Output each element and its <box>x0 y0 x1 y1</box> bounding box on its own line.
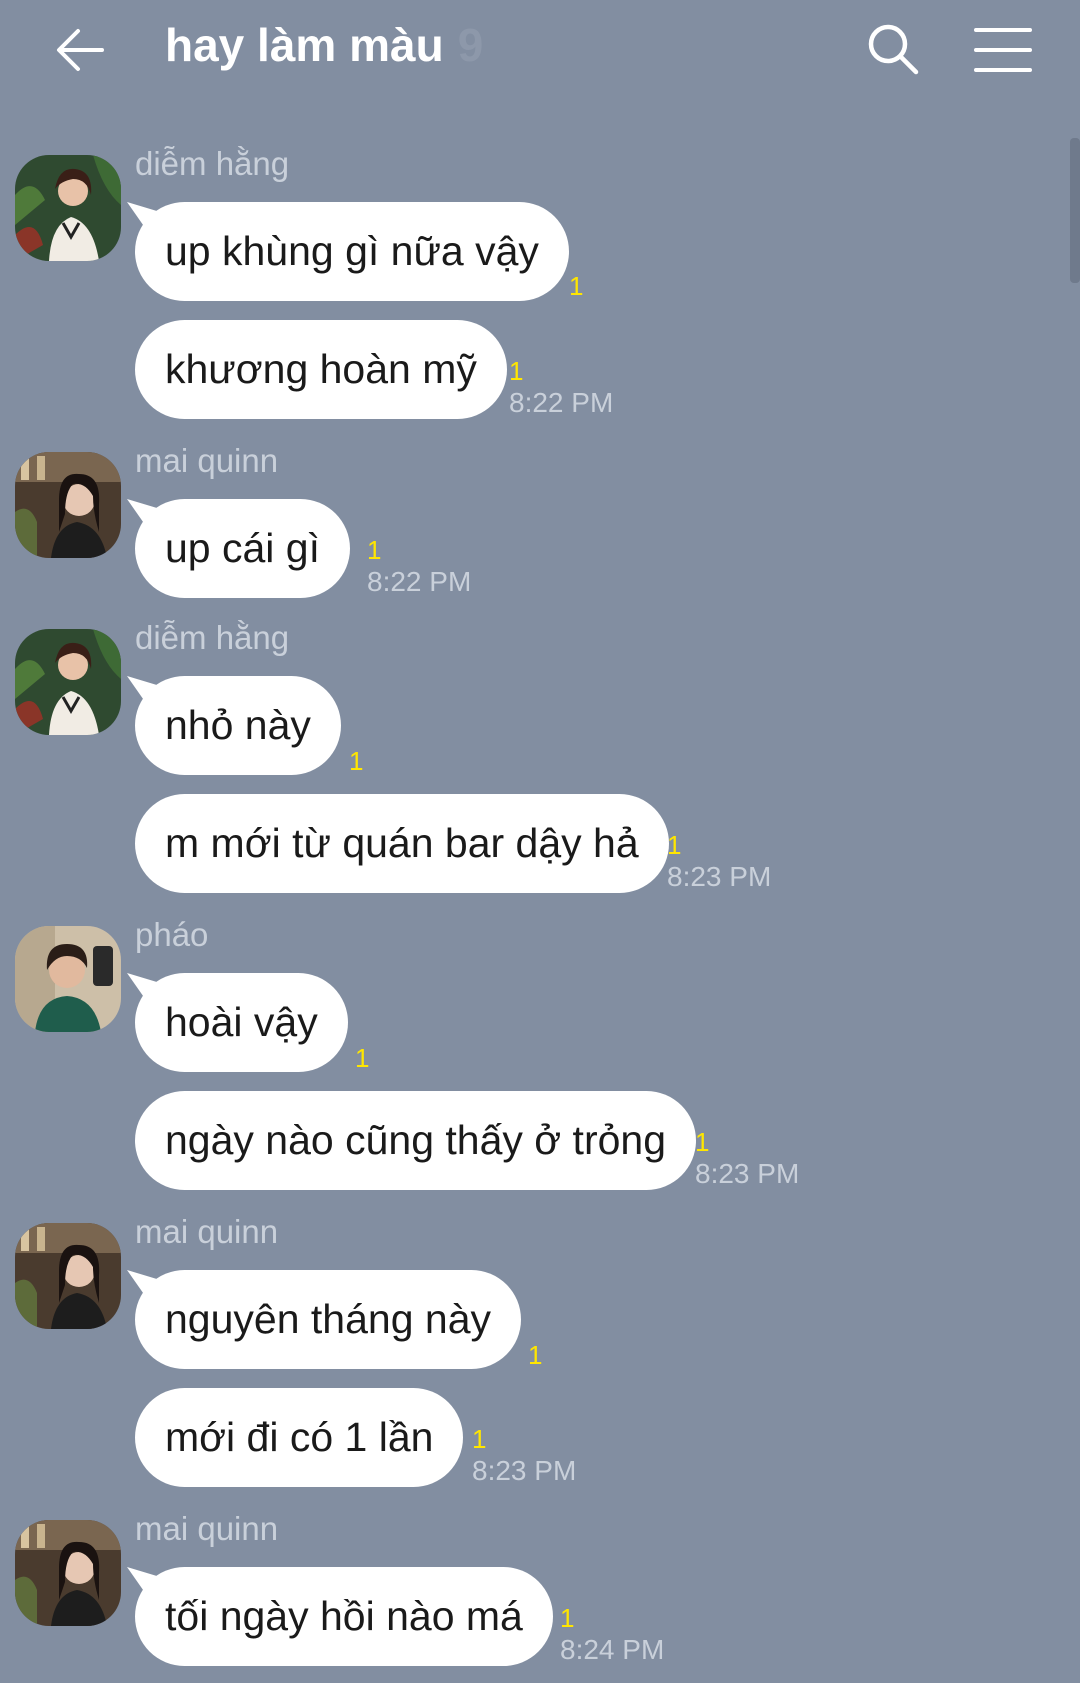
read-count: 1 <box>569 271 584 301</box>
read-count: 1 <box>667 830 682 860</box>
message-bubble[interactable]: up cái gì <box>135 499 350 598</box>
sender-name: pháo <box>135 916 209 953</box>
sender-name: diễm hằng <box>135 619 290 656</box>
message-bubble[interactable]: up khùng gì nữa vậy <box>135 202 569 301</box>
message-bubble[interactable]: nguyên tháng này <box>135 1270 521 1369</box>
message-bubble[interactable]: mới đi có 1 lần <box>135 1388 464 1487</box>
scrollbar[interactable] <box>1070 138 1080 283</box>
avatar[interactable] <box>15 1520 121 1626</box>
read-count: 1 <box>560 1603 575 1633</box>
avatar[interactable] <box>15 629 121 735</box>
search-button[interactable] <box>864 20 924 80</box>
avatar[interactable] <box>15 1223 121 1329</box>
message-bubble[interactable]: tối ngày hồi nào má <box>135 1567 553 1666</box>
menu-button[interactable] <box>972 22 1034 78</box>
message-bubble[interactable]: khương hoàn mỹ <box>135 320 507 419</box>
message-meta: 1 8:22 PM <box>367 535 471 599</box>
chat-header: hay làm màu 9 <box>0 0 1080 100</box>
sender-name: mai quinn <box>135 442 279 479</box>
message-meta: 1 <box>528 1340 542 1370</box>
message-time: 8:22 PM <box>509 387 614 418</box>
hamburger-menu-icon <box>974 28 1032 72</box>
avatar[interactable] <box>15 155 121 261</box>
read-count: 1 <box>355 1043 370 1073</box>
message-bubble[interactable]: m mới từ quán bar dậy hả <box>135 794 669 893</box>
message-time: 8:23 PM <box>695 1158 800 1189</box>
message-meta: 1 8:23 PM <box>667 830 771 894</box>
message-bubble[interactable]: ngày nào cũng thấy ở trỏng <box>135 1091 697 1190</box>
sender-name: mai quinn <box>135 1213 279 1250</box>
member-count: 9 <box>457 19 484 71</box>
avatar[interactable] <box>15 452 121 558</box>
arrow-left-icon <box>57 29 104 71</box>
message-meta: 1 <box>349 746 363 776</box>
message-meta: 1 <box>355 1043 369 1073</box>
read-count: 1 <box>472 1424 487 1454</box>
message-time: 8:23 PM <box>667 861 772 892</box>
message-meta: 1 8:24 PM <box>560 1603 664 1667</box>
read-count: 1 <box>528 1340 543 1370</box>
read-count: 1 <box>509 356 524 386</box>
message-time: 8:23 PM <box>472 1455 577 1486</box>
message-time: 8:22 PM <box>367 566 472 597</box>
search-icon <box>868 24 919 75</box>
avatar[interactable] <box>15 926 121 1032</box>
sender-name: mai quinn <box>135 1510 279 1547</box>
chat-title: hay làm màu 9 <box>165 18 483 72</box>
message-meta: 1 <box>569 271 583 301</box>
message-time: 8:24 PM <box>560 1634 665 1665</box>
message-meta: 1 8:22 PM <box>509 356 613 420</box>
message-bubble[interactable]: hoài vậy <box>135 973 348 1072</box>
message-meta: 1 8:23 PM <box>472 1424 576 1488</box>
chat-name: hay làm màu <box>165 19 444 71</box>
read-count: 1 <box>349 746 364 776</box>
read-count: 1 <box>367 535 382 565</box>
message-meta: 1 8:23 PM <box>695 1127 799 1191</box>
read-count: 1 <box>695 1127 710 1157</box>
message-bubble[interactable]: nhỏ này <box>135 676 341 775</box>
back-button[interactable] <box>52 22 108 78</box>
sender-name: diễm hằng <box>135 145 290 182</box>
